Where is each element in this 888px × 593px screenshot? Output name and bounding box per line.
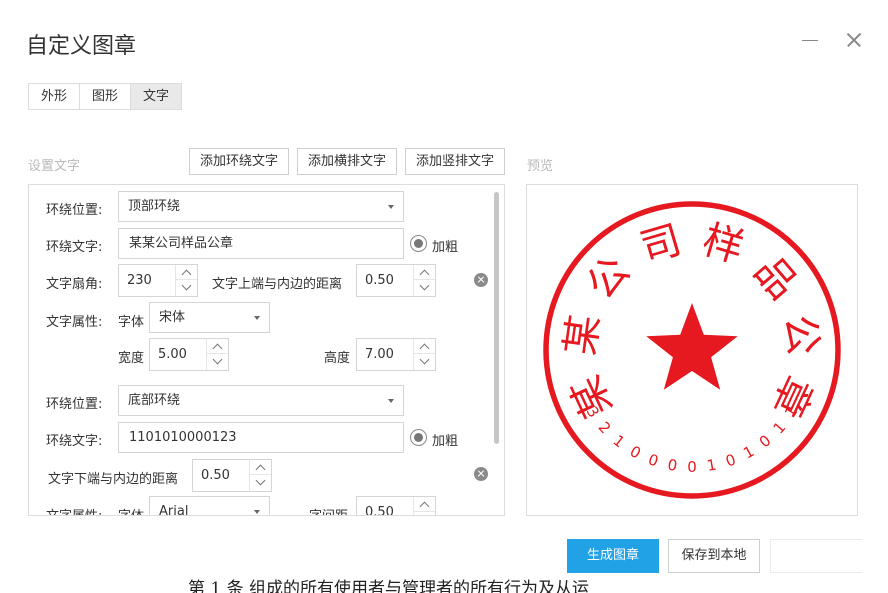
- seal-top-char: 公: [578, 248, 639, 308]
- seal-top-char: 司: [635, 217, 686, 272]
- seal-top-char: 某: [557, 312, 608, 358]
- top-ring-width-value: 5.00: [158, 347, 187, 362]
- seal-bottom-digit: 0: [723, 450, 738, 470]
- bottom-ring-spacing-stepper[interactable]: 0.50: [356, 496, 436, 516]
- seal-top-char: 公: [775, 312, 826, 358]
- save-local-button[interactable]: 保存到本地: [668, 539, 760, 573]
- seal-preview: 某某公司样品公章 1101010000123: [526, 184, 858, 516]
- remove-bottom-ring-icon[interactable]: [474, 467, 488, 481]
- add-ring-text-button[interactable]: 添加环绕文字: [189, 148, 289, 175]
- top-ring-width-stepper[interactable]: 5.00: [149, 338, 229, 371]
- seal-bottom-digit: 1: [740, 442, 757, 462]
- bottom-ring-attr-label: 文字属性:: [46, 505, 102, 515]
- text-settings-panel[interactable]: 环绕位置: 顶部环绕 环绕文字: 某某公司样品公章 加粗 文字扇角: 230 文…: [28, 184, 505, 516]
- preview-section-label: 预览: [527, 159, 554, 174]
- increment-icon[interactable]: [250, 460, 271, 475]
- bottom-ring-text-label: 环绕文字:: [46, 434, 103, 449]
- bottom-ring-font-value: Arial: [159, 504, 189, 516]
- seal-top-char: 品: [745, 248, 806, 308]
- chevron-down-icon: [254, 510, 260, 514]
- top-ring-position-value: 顶部环绕: [128, 199, 181, 214]
- settings-scrollbar[interactable]: [494, 192, 499, 444]
- minimize-icon[interactable]: [800, 30, 820, 50]
- top-ring-distance-stepper[interactable]: 0.50: [356, 264, 436, 297]
- top-ring-bold-label: 加粗: [432, 240, 459, 255]
- top-ring-font-label: 字体: [118, 315, 145, 330]
- seal-bottom-digit: 1: [705, 456, 717, 475]
- decrement-icon[interactable]: [207, 354, 228, 369]
- tab-text[interactable]: 文字: [130, 83, 183, 110]
- seal-star-icon: [646, 303, 738, 390]
- bottom-ring-position-value: 底部环绕: [128, 393, 181, 408]
- top-ring-angle-label: 文字扇角:: [46, 277, 103, 292]
- bottom-ring-font-label: 字体: [118, 505, 144, 515]
- bottom-ring-distance-stepper[interactable]: 0.50: [192, 459, 272, 492]
- increment-icon[interactable]: [414, 265, 435, 280]
- top-ring-bold-radio[interactable]: [410, 235, 427, 252]
- bottom-ring-distance-label: 文字下端与内边的距离: [48, 472, 179, 487]
- seal-bottom-digit: 0: [756, 431, 775, 451]
- top-ring-distance-label: 文字上端与内边的距离: [212, 277, 343, 292]
- close-icon[interactable]: [844, 30, 864, 50]
- chevron-down-icon: [388, 399, 394, 403]
- top-ring-width-label: 宽度: [118, 351, 145, 366]
- decrement-icon[interactable]: [414, 354, 435, 369]
- seal-bottom-digit: 0: [627, 442, 644, 462]
- chevron-down-icon: [388, 205, 394, 209]
- decrement-icon[interactable]: [414, 512, 435, 515]
- top-ring-attr-label: 文字属性:: [46, 315, 103, 330]
- seal-top-char: 样: [697, 217, 748, 272]
- seal-bottom-digit: 0: [687, 458, 697, 476]
- top-ring-position-label: 环绕位置:: [46, 203, 103, 218]
- generate-seal-button[interactable]: 生成图章: [567, 539, 659, 573]
- bottom-ring-bold-label: 加粗: [432, 434, 459, 449]
- tab-graphic[interactable]: 图形: [79, 83, 131, 110]
- top-ring-angle-value: 230: [127, 273, 152, 288]
- top-ring-distance-value: 0.50: [365, 273, 394, 288]
- hidden-button[interactable]: [770, 539, 862, 573]
- top-ring-angle-stepper[interactable]: 230: [118, 264, 198, 297]
- increment-icon[interactable]: [176, 265, 197, 280]
- top-ring-height-stepper[interactable]: 7.00: [356, 338, 436, 371]
- seal-bottom-digit: 0: [666, 456, 678, 475]
- add-vertical-text-button[interactable]: 添加竖排文字: [405, 148, 505, 175]
- seal-bottom-digit: 1: [770, 418, 790, 437]
- decrement-icon[interactable]: [414, 280, 435, 295]
- seal-bottom-digit: 1: [610, 431, 629, 451]
- bottom-ring-distance-value: 0.50: [201, 468, 230, 483]
- top-ring-height-value: 7.00: [365, 347, 394, 362]
- increment-icon[interactable]: [414, 339, 435, 354]
- top-ring-text-label: 环绕文字:: [46, 240, 103, 255]
- top-ring-text-input[interactable]: 某某公司样品公章: [118, 228, 404, 259]
- remove-top-ring-icon[interactable]: [474, 273, 488, 287]
- seal-image: 某某公司 样品公章 1101010000123: [543, 201, 841, 499]
- top-ring-font-select[interactable]: 宋体: [149, 302, 270, 333]
- top-ring-position-select[interactable]: 顶部环绕: [118, 191, 404, 222]
- background-document-text: 第 1 条 组成的所有使用者与管理者的所有行为及从运: [188, 579, 590, 593]
- seal-bottom-digit: 0: [646, 450, 661, 470]
- increment-icon[interactable]: [207, 339, 228, 354]
- bottom-ring-font-select[interactable]: Arial: [149, 496, 270, 516]
- increment-icon[interactable]: [414, 497, 435, 512]
- bottom-ring-text-input[interactable]: 1101010000123: [118, 422, 404, 453]
- seal-bottom-digit: 2: [595, 418, 615, 437]
- tab-bar: 外形 图形 文字: [28, 83, 183, 110]
- bottom-ring-position-label: 环绕位置:: [46, 397, 103, 412]
- bottom-ring-spacing-value: 0.50: [365, 505, 394, 516]
- seal-bottom-text: 1101010000123: [583, 403, 802, 476]
- top-ring-font-value: 宋体: [159, 310, 186, 325]
- decrement-icon[interactable]: [176, 280, 197, 295]
- top-ring-height-label: 高度: [324, 351, 351, 366]
- custom-seal-dialog: 自定义图章 外形 图形 文字 设置文字 添加环绕文字 添加横排文字 添加竖排文字…: [0, 0, 888, 593]
- bottom-ring-spacing-label: 字间距: [309, 505, 348, 515]
- settings-section-label: 设置文字: [28, 159, 81, 174]
- tab-shape[interactable]: 外形: [28, 83, 80, 110]
- bottom-ring-position-select[interactable]: 底部环绕: [118, 385, 404, 416]
- add-horizontal-text-button[interactable]: 添加横排文字: [297, 148, 397, 175]
- decrement-icon[interactable]: [250, 475, 271, 490]
- bottom-ring-bold-radio[interactable]: [410, 429, 427, 446]
- chevron-down-icon: [254, 316, 260, 320]
- dialog-title: 自定义图章: [26, 34, 137, 59]
